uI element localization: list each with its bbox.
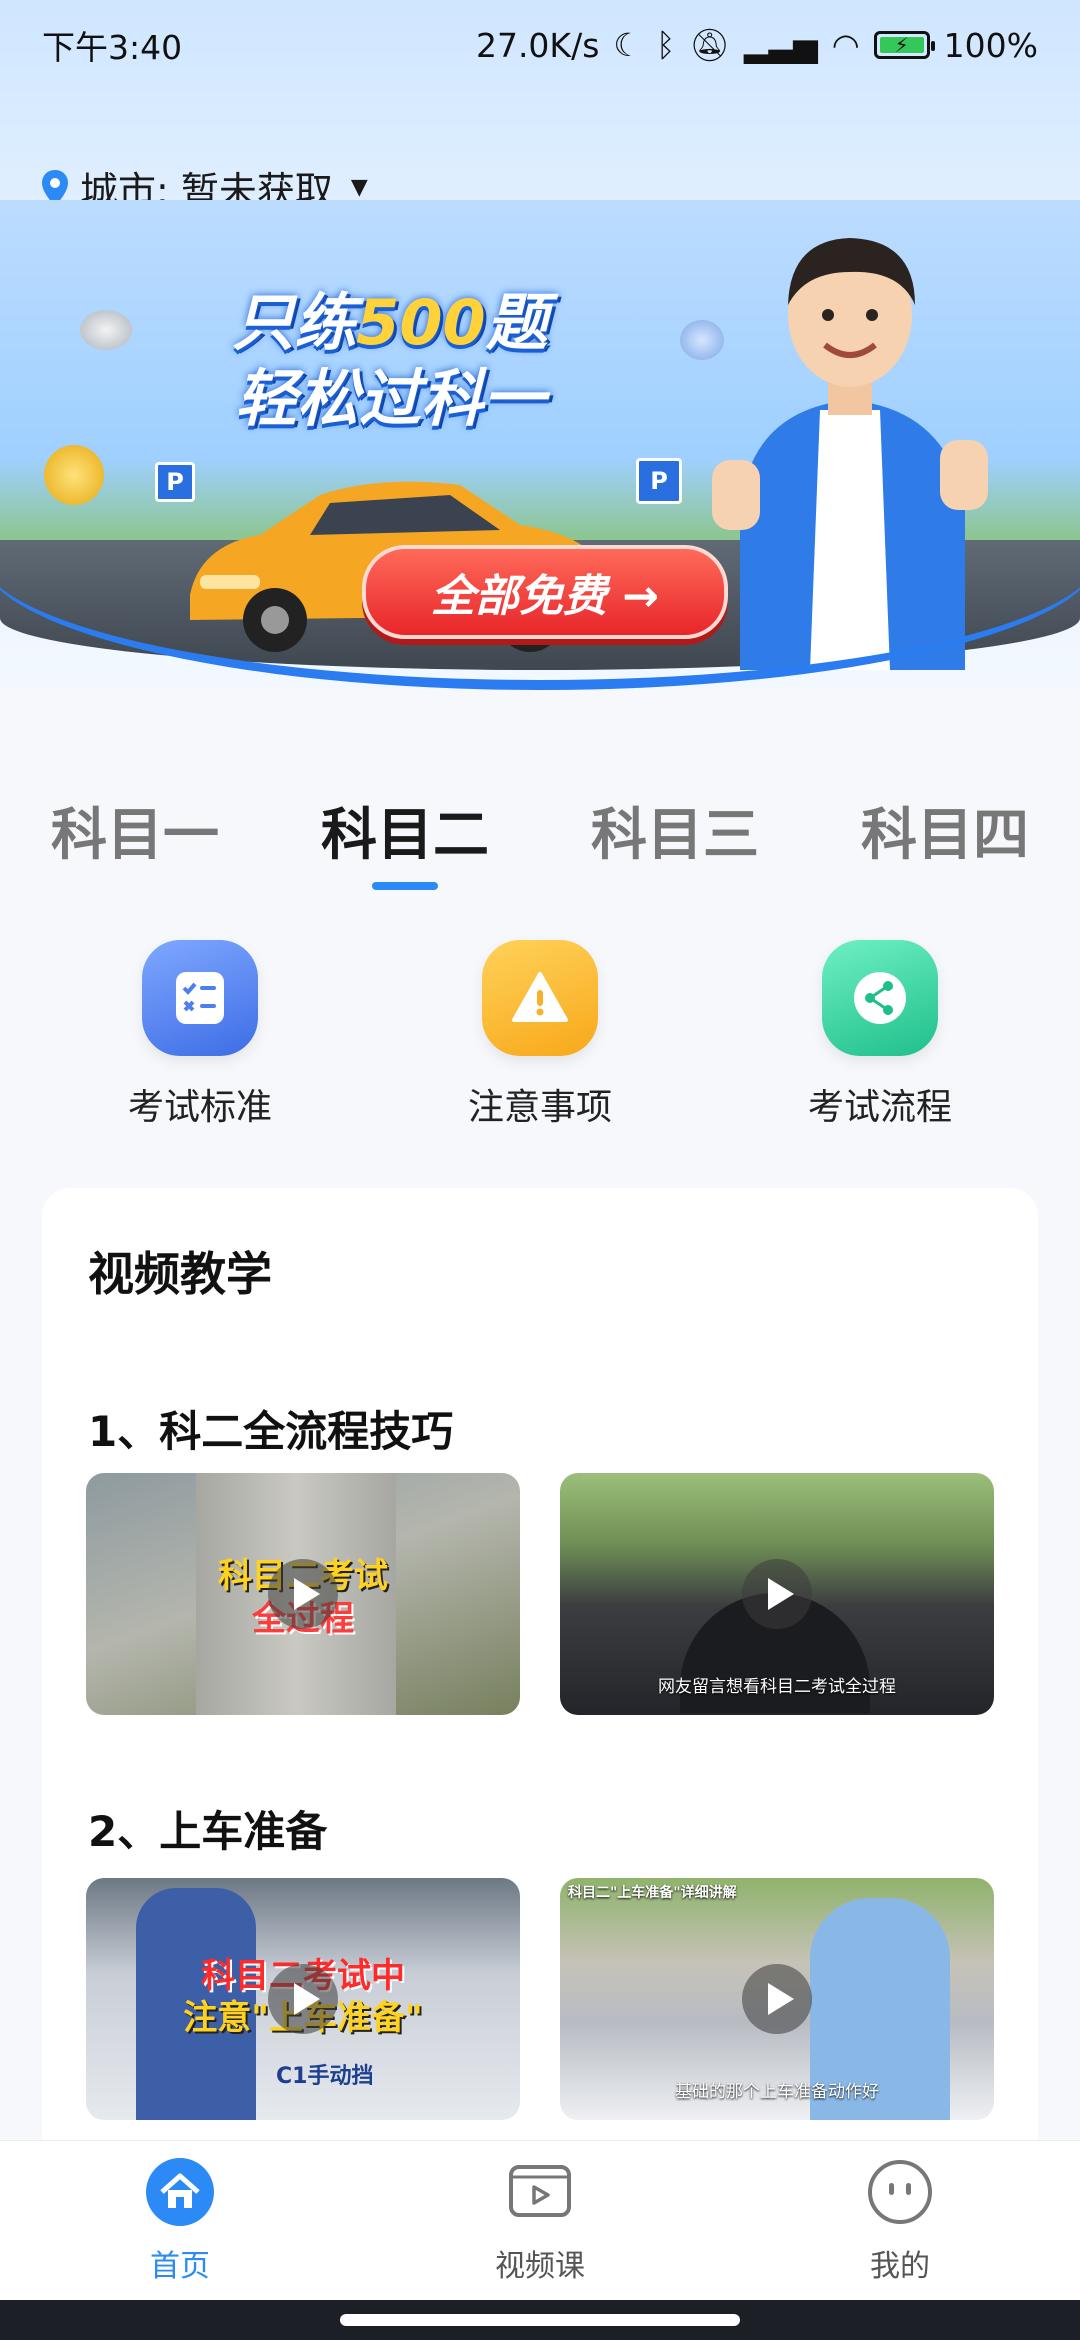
section-title-text: 视频教学 — [88, 1247, 272, 1301]
video-caption-top: 科目二"上车准备"详细讲解 — [568, 1885, 737, 1901]
bottom-navigation: 首页 视频课 我的 — [0, 2140, 1080, 2301]
gesture-area — [0, 2300, 1080, 2340]
nav-video-label: 视频课 — [495, 2249, 585, 2284]
promo-number: 500 — [356, 286, 486, 359]
video-thumbnail[interactable]: 科目二考试中 注意"上车准备" C1手动挡 — [86, 1878, 520, 2120]
group-title: 2、上车准备 — [88, 1807, 328, 1856]
subject-tabs: 科目一 科目二 科目三 科目四 — [0, 780, 1080, 900]
tab-subject-2[interactable]: 科目二 — [270, 780, 540, 900]
quick-actions: 考试标准 注意事项 考试流程 — [0, 940, 1080, 1140]
video-tag: C1手动挡 — [276, 2064, 374, 2089]
home-icon — [145, 2157, 215, 2227]
video-icon — [505, 2157, 575, 2227]
video-subtitle: 网友留言想看科目二考试全过程 — [658, 1677, 896, 1697]
promo-line1-suffix: 题 — [485, 286, 548, 359]
play-icon[interactable] — [268, 1964, 338, 2034]
gold-check-icon — [44, 445, 104, 505]
play-icon[interactable] — [268, 1559, 338, 1629]
free-all-button[interactable]: 全部免费 → — [362, 545, 728, 639]
nav-mine-label: 我的 — [870, 2249, 930, 2284]
moon-icon: ☾ — [613, 26, 643, 64]
nav-video-course[interactable]: 视频课 — [420, 2141, 660, 2285]
signal-icon: ▂▃▅ — [743, 26, 818, 64]
precautions-button[interactable]: 注意事项 — [410, 940, 670, 1140]
video-thumbnail[interactable]: 科目二考试 全过程 — [86, 1473, 520, 1715]
exam-process-button[interactable]: 考试流程 — [750, 940, 1010, 1140]
status-bar: 下午3:40 27.0K/s ☾ ᛒ 🔕︎ ▂▃▅ ◠ ⚡︎ 100% — [0, 0, 1080, 90]
group-title: 1、科二全流程技巧 — [88, 1407, 454, 1456]
face-icon — [865, 2157, 935, 2227]
video-thumbnail[interactable]: 科目二"上车准备"详细讲解 基础的那个上车准备动作好 — [560, 1878, 994, 2120]
battery-percent: 100% — [943, 25, 1038, 65]
person-illustration — [712, 238, 988, 670]
wifi-icon: ◠ — [831, 26, 860, 64]
nav-home[interactable]: 首页 — [60, 2141, 300, 2285]
status-icons: 27.0K/s ☾ ᛒ 🔕︎ ▂▃▅ ◠ ⚡︎ 100% — [476, 26, 1038, 65]
play-icon[interactable] — [742, 1559, 812, 1629]
promo-headline: 只练500题 轻松过科一 — [200, 285, 580, 437]
precautions-label: 注意事项 — [467, 1087, 612, 1128]
play-icon[interactable] — [742, 1964, 812, 2034]
share-flow-icon — [822, 940, 938, 1056]
parking-sign-icon: P — [636, 458, 682, 504]
video-subtitle: 基础的那个上车准备动作好 — [675, 2082, 879, 2102]
tab-subject-3[interactable]: 科目三 — [540, 780, 810, 900]
coin-decoration — [80, 310, 132, 350]
promo-line1-prefix: 只练 — [232, 286, 357, 359]
status-time: 下午3:40 — [42, 28, 183, 67]
warning-icon — [482, 940, 598, 1056]
hero-banner-area: 下午3:40 27.0K/s ☾ ᛒ 🔕︎ ▂▃▅ ◠ ⚡︎ 100% 城市: … — [0, 0, 1080, 690]
exam-standard-button[interactable]: 考试标准 — [70, 940, 330, 1140]
promo-line2: 轻松过科一 — [234, 362, 545, 435]
battery-icon: ⚡︎ — [873, 31, 935, 59]
video-thumbnail[interactable]: 网友留言想看科目二考试全过程 — [560, 1473, 994, 1715]
exam-standard-label: 考试标准 — [127, 1087, 272, 1128]
exam-process-label: 考试流程 — [807, 1087, 952, 1128]
nav-home-label: 首页 — [150, 2249, 210, 2284]
net-speed: 27.0K/s — [475, 25, 600, 65]
video-teaching-card: 视频教学 1、科二全流程技巧 科目二考试 全过程 网友留言想看科目二考试全过程 … — [42, 1188, 1038, 2208]
bluetooth-icon: ᛒ — [656, 26, 676, 64]
caret-down-icon: ▼ — [350, 175, 368, 200]
tab-subject-4[interactable]: 科目四 — [810, 780, 1080, 900]
home-indicator[interactable] — [340, 2314, 740, 2326]
section-title: 视频教学 — [88, 1238, 348, 1308]
nav-mine[interactable]: 我的 — [780, 2141, 1020, 2285]
bell-muted-icon: 🔕︎ — [689, 26, 730, 64]
tab-subject-1[interactable]: 科目一 — [0, 780, 270, 900]
promo-banner[interactable]: P P 只练500题 轻松过科一 全部免费 → — [0, 200, 1080, 670]
checklist-icon — [142, 940, 258, 1056]
